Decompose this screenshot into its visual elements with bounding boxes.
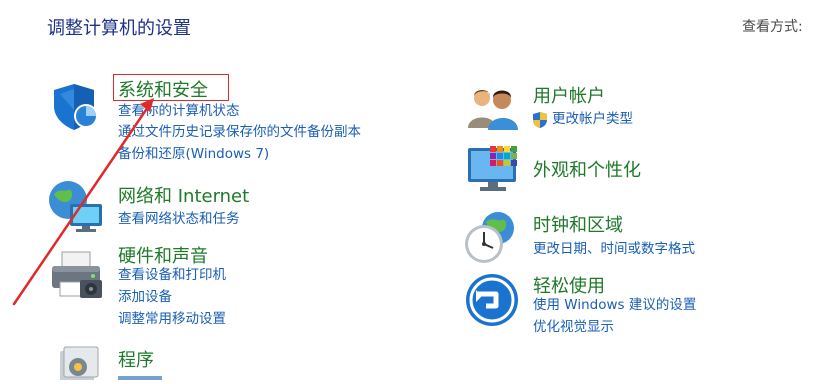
link-recommended-settings[interactable]: 使用 Windows 建议的设置 xyxy=(533,295,696,316)
uac-shield-icon xyxy=(532,111,548,129)
link-file-history[interactable]: 通过文件历史记录保存你的文件备份副本 xyxy=(118,122,361,143)
user-accounts-icon[interactable] xyxy=(466,84,522,130)
link-backup-restore[interactable]: 备份和还原(Windows 7) xyxy=(118,144,269,165)
link-change-date-time-format[interactable]: 更改日期、时间或数字格式 xyxy=(533,239,695,260)
clock-globe-icon[interactable] xyxy=(462,210,522,266)
link-programs-partial[interactable] xyxy=(118,372,162,380)
category-programs[interactable]: 程序 xyxy=(118,346,154,372)
link-view-computer-status[interactable]: 查看你的计算机状态 xyxy=(118,101,240,122)
category-network-internet[interactable]: 网络和 Internet xyxy=(118,182,249,208)
link-mobility-settings[interactable]: 调整常用移动设置 xyxy=(118,309,226,330)
network-globe-icon[interactable] xyxy=(46,178,106,234)
page-title: 调整计算机的设置 xyxy=(47,18,191,39)
programs-icon[interactable] xyxy=(56,345,104,381)
view-by-label[interactable]: 查看方式: xyxy=(742,16,803,36)
highlight-box xyxy=(113,74,229,101)
link-add-device[interactable]: 添加设备 xyxy=(118,287,172,308)
category-appearance[interactable]: 外观和个性化 xyxy=(533,156,641,182)
shield-icon[interactable] xyxy=(50,80,104,134)
link-devices-printers[interactable]: 查看设备和打印机 xyxy=(118,265,226,286)
link-change-account-type[interactable]: 更改帐户类型 xyxy=(552,109,633,130)
link-network-status[interactable]: 查看网络状态和任务 xyxy=(118,209,240,230)
category-clock-region[interactable]: 时钟和区域 xyxy=(533,211,623,237)
ease-of-access-icon[interactable] xyxy=(464,272,520,328)
appearance-icon[interactable] xyxy=(466,144,522,196)
category-user-accounts[interactable]: 用户帐户 xyxy=(533,82,605,108)
printer-icon[interactable] xyxy=(46,250,106,302)
link-optimize-display[interactable]: 优化视觉显示 xyxy=(533,317,614,338)
